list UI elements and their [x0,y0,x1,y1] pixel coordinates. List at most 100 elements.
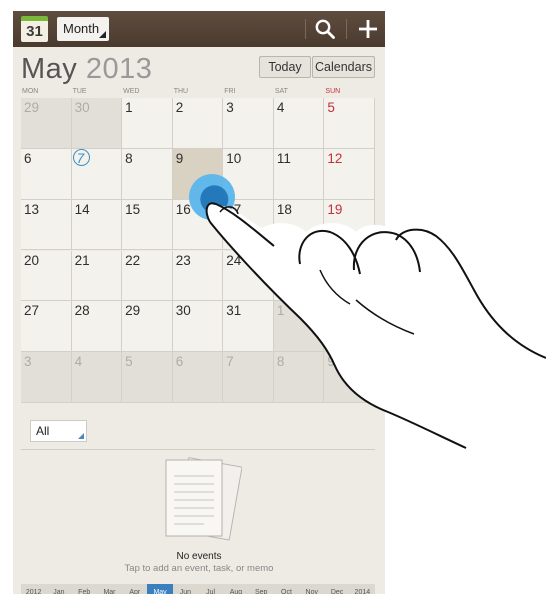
day-number: 22 [125,252,141,268]
day-number: 5 [125,354,133,370]
calendar-day-cell[interactable]: 19 [324,199,375,251]
calendars-button[interactable]: Calendars [312,56,375,78]
calendar-day-cell[interactable]: 7 [71,148,123,200]
day-number: 19 [327,201,343,217]
day-number: 4 [276,100,285,115]
day-number: 29 [24,100,40,115]
day-number: 29 [125,303,141,319]
calendar-day-cell[interactable]: 29 [21,98,72,149]
view-mode-dropdown[interactable]: Month [57,17,109,41]
day-number: 1 [276,303,285,319]
month-strip-item[interactable]: 2014 [350,584,375,594]
year-label: 2013 [85,53,153,85]
month-strip-item[interactable]: 2012 [21,584,46,594]
calendar-day-cell[interactable]: 3 [21,352,72,403]
calendar-day-cell[interactable]: 2 [324,301,375,353]
day-number: 30 [175,303,191,319]
day-number: 28 [74,303,90,319]
day-number: 6 [24,150,32,166]
calendar-day-cell[interactable]: 22 [122,250,173,302]
calendar-day-cell[interactable]: 14 [71,199,123,251]
weekday-label: THU [173,88,189,95]
calendar-day-cell[interactable]: 8 [273,352,325,403]
calendar-day-cell[interactable]: 26 [324,250,375,302]
calendar-day-cell[interactable]: 1 [273,301,325,353]
calendar-app: 31 Month May 2013 Today Calendars MON TUE… [13,11,385,594]
calendar-day-cell[interactable]: 7 [223,352,274,403]
calendar-day-cell[interactable]: 25 [273,250,325,302]
calendar-day-cell[interactable]: 3 [223,98,274,149]
calendar-day-cell[interactable]: 9 [324,352,375,403]
month-strip-item[interactable]: Nov [299,584,324,594]
month-strip-item[interactable]: Sep [249,584,274,594]
calendar-day-cell[interactable]: 6 [21,148,72,200]
calendar-day-cell[interactable]: 31 [223,301,274,353]
touch-indicator [189,174,235,220]
dropdown-corner-icon [78,433,84,439]
month-strip-item[interactable]: Aug [223,584,248,594]
today-button[interactable]: Today [259,56,311,78]
weekday-label: SAT [274,88,288,95]
day-number: 21 [74,252,90,268]
day-number: 5 [327,100,335,115]
day-number: 23 [175,252,191,268]
day-number: 25 [276,252,292,268]
event-filter-dropdown[interactable]: All [30,420,87,442]
day-number: 3 [226,100,234,115]
month-strip-item[interactable]: Jul [198,584,223,594]
calendar-day-cell[interactable]: 23 [172,250,224,302]
month-year-title: May 2013 [21,53,152,86]
weekday-label: MON [22,88,39,95]
day-number: 26 [327,252,343,268]
plus-icon[interactable] [357,18,379,40]
calendar-day-cell[interactable]: 8 [122,148,173,200]
calendar-day-cell[interactable]: 12 [324,148,375,200]
calendar-day-cell[interactable]: 20 [21,250,72,302]
month-strip-item[interactable]: Jan [46,584,71,594]
weekday-label: WED [123,88,140,95]
calendar-day-cell[interactable]: 15 [122,199,173,251]
no-events-title: No events [176,551,222,562]
divider [346,19,347,39]
day-number: 27 [24,303,40,319]
month-strip-item[interactable]: Apr [122,584,147,594]
calendar-day-cell[interactable]: 28 [71,301,123,353]
search-icon[interactable] [314,18,336,40]
weekday-label: SUN [325,88,341,95]
divider [305,19,306,39]
day-number: 1 [125,100,133,115]
calendar-day-cell[interactable]: 24 [223,250,274,302]
calendar-icon[interactable]: 31 [21,16,48,42]
calendar-day-cell[interactable]: 5 [324,98,375,149]
day-number: 14 [74,201,90,217]
divider [21,449,375,450]
calendar-day-cell[interactable]: 18 [273,199,325,251]
calendar-day-cell[interactable]: 1 [122,98,173,149]
calendar-day-cell[interactable]: 13 [21,199,72,251]
day-number: 13 [24,201,40,217]
month-strip-item[interactable]: Mar [97,584,122,594]
day-number: 8 [125,150,133,166]
calendar-day-cell[interactable]: 5 [122,352,173,403]
month-strip-item[interactable]: Jun [173,584,198,594]
calendar-day-cell[interactable]: 21 [71,250,123,302]
day-number: 2 [175,100,184,115]
weekday-label: FRI [224,88,236,95]
month-strip-item[interactable]: Dec [324,584,349,594]
calendar-day-cell[interactable]: 2 [172,98,224,149]
calendar-day-cell[interactable]: 4 [273,98,325,149]
month-strip-item[interactable]: May [147,584,173,594]
day-number: 7 [76,150,85,166]
calendar-day-cell[interactable]: 6 [172,352,224,403]
weekday-header: MON TUE WED THU FRI SAT SUN [21,88,375,98]
no-events-hint[interactable]: Tap to add an event, task, or memo [13,563,385,574]
calendar-day-cell[interactable]: 11 [273,148,325,200]
month-strip-item[interactable]: Oct [274,584,299,594]
action-bar: 31 Month [13,11,385,47]
calendar-day-cell[interactable]: 27 [21,301,72,353]
month-strip-item[interactable]: Feb [72,584,97,594]
calendar-day-cell[interactable]: 29 [122,301,173,353]
calendar-day-cell[interactable]: 30 [71,98,123,149]
calendar-day-cell[interactable]: 30 [172,301,224,353]
calendar-day-cell[interactable]: 4 [71,352,123,403]
